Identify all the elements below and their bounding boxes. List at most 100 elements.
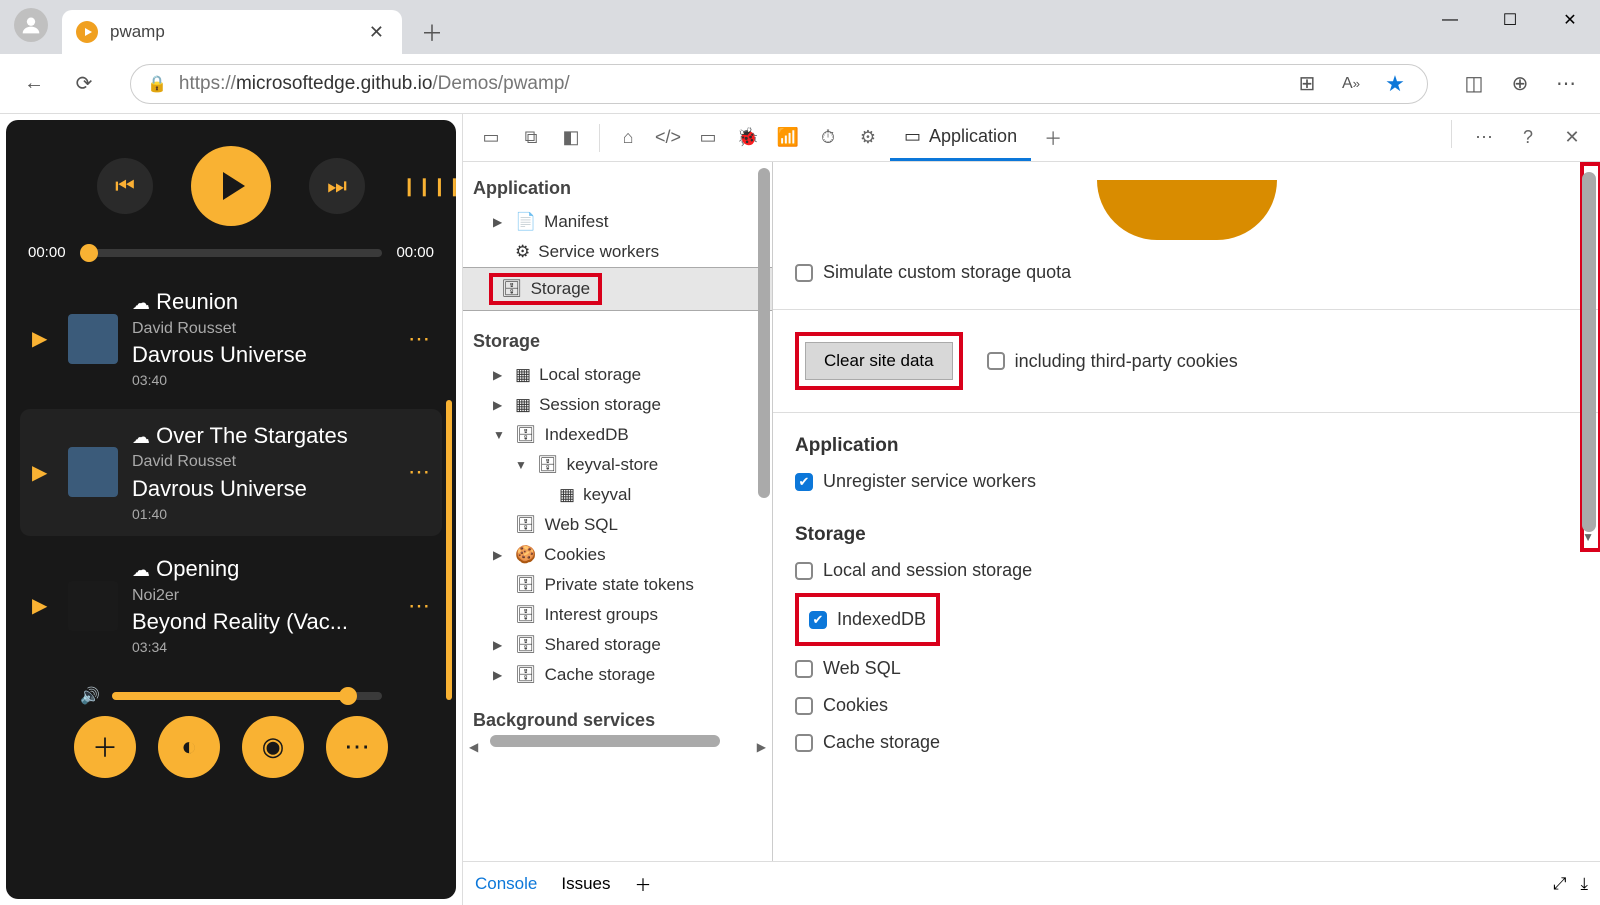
elements-icon[interactable]: </> xyxy=(650,120,686,156)
storage-usage-chart xyxy=(1097,180,1277,240)
sources-icon[interactable]: 🐞 xyxy=(730,120,766,156)
maximize-button[interactable]: ☐ xyxy=(1480,0,1540,40)
sidebar-section-storage: Storage xyxy=(463,323,772,360)
sidebar-item-service-workers[interactable]: ⚙ Service workers xyxy=(463,237,772,267)
extensions-icon[interactable]: ⊞ xyxy=(1291,68,1323,100)
track-more-icon[interactable]: ⋯ xyxy=(408,326,430,352)
read-aloud-icon[interactable]: A» xyxy=(1335,68,1367,100)
performance-icon[interactable]: ⏱ xyxy=(810,120,846,156)
sidebar-item-shared-storage[interactable]: ▶🗄 Shared storage xyxy=(463,630,772,660)
time-current: 00:00 xyxy=(28,244,66,261)
track-row[interactable]: ▶ ☁ Reunion David Rousset Davrous Univer… xyxy=(20,275,442,403)
clear-site-data-button[interactable]: Clear site data xyxy=(805,342,953,380)
browser-tab[interactable]: pwamp ✕ xyxy=(62,10,402,54)
close-window-button[interactable]: ✕ xyxy=(1540,0,1600,40)
third-party-cookies-checkbox[interactable]: including third-party cookies xyxy=(987,347,1238,376)
sidebar-item-websql[interactable]: 🗄 Web SQL xyxy=(463,510,772,540)
sidebar-item-local-storage[interactable]: ▶▦ Local storage xyxy=(463,360,772,390)
volume-icon[interactable]: 🔊 xyxy=(80,686,100,706)
album-art xyxy=(68,581,118,631)
dock-icon[interactable]: ◧ xyxy=(553,120,589,156)
close-tab-icon[interactable]: ✕ xyxy=(365,18,388,47)
play-button[interactable] xyxy=(191,146,271,226)
add-button[interactable]: ＋ xyxy=(74,716,136,778)
application-tab[interactable]: ▭ Application xyxy=(890,114,1031,161)
websql-checkbox[interactable]: Web SQL xyxy=(795,654,1578,683)
sidebar-item-cache-storage[interactable]: ▶🗄 Cache storage xyxy=(463,660,772,690)
device-icon[interactable]: ⧉ xyxy=(513,120,549,156)
track-row[interactable]: ▶ ☁ Opening Noi2er Beyond Reality (Vac..… xyxy=(20,542,442,670)
sidebar-item-cookies[interactable]: ▶🍪 Cookies xyxy=(463,540,772,570)
track-row[interactable]: ▶ ☁ Over The Stargates David Rousset Dav… xyxy=(20,409,442,537)
title-bar: pwamp ✕ ＋ — ☐ ✕ xyxy=(0,0,1600,54)
album-art xyxy=(68,447,118,497)
lock-icon[interactable]: 🔒 xyxy=(147,74,167,94)
settings-icon[interactable]: ⋯ xyxy=(1466,120,1502,156)
seek-slider[interactable] xyxy=(80,249,383,257)
play-track-icon[interactable]: ▶ xyxy=(32,593,54,618)
refresh-button[interactable]: ⟳ xyxy=(68,68,100,100)
theme-button[interactable]: ◐ xyxy=(158,716,220,778)
play-track-icon[interactable]: ▶ xyxy=(32,460,54,485)
pwamp-player: ⏮ ⏭ ❙❙❙❙ 00:00 00:00 ▶ ☁ Reunion David R… xyxy=(6,120,456,899)
player-scrollbar[interactable] xyxy=(446,400,452,700)
record-button[interactable]: ◉ xyxy=(242,716,304,778)
devtools-toolbar: ▭ ⧉ ◧ ⌂ </> ▭ 🐞 📶 ⏱ ⚙ ▭ Application ＋ ⋯ … xyxy=(463,114,1600,162)
sidebar-hscroll[interactable]: ◀▶ xyxy=(463,739,772,755)
back-button[interactable]: ← xyxy=(18,68,50,100)
split-screen-icon[interactable]: ◫ xyxy=(1458,68,1490,100)
track-more-icon[interactable]: ⋯ xyxy=(408,593,430,619)
memory-icon[interactable]: ⚙ xyxy=(850,120,886,156)
drawer-expand-icon[interactable]: ⤢ xyxy=(1553,874,1567,894)
main-scrollbar[interactable] xyxy=(1582,172,1596,532)
indexeddb-checkbox[interactable]: ✔IndexedDB xyxy=(799,605,936,634)
sidebar-item-storage[interactable]: 🗄 Storage xyxy=(463,267,772,311)
close-devtools-icon[interactable]: ✕ xyxy=(1554,120,1590,156)
drawer-dock-icon[interactable]: ⤓ xyxy=(1580,874,1588,894)
drawer-add-tab-icon[interactable]: ＋ xyxy=(635,871,652,896)
network-icon[interactable]: 📶 xyxy=(770,120,806,156)
tab-title: pwamp xyxy=(110,22,353,42)
sidebar-scrollbar[interactable] xyxy=(758,168,770,498)
storage-section-title: Storage xyxy=(795,524,1578,546)
sidebar-item-indexeddb[interactable]: ▼🗄 IndexedDB xyxy=(463,420,772,450)
volume-slider[interactable] xyxy=(112,692,382,700)
simulate-quota-row[interactable]: Simulate custom storage quota xyxy=(795,258,1578,287)
sidebar-item-keyval[interactable]: ▦ keyval xyxy=(463,480,772,510)
sidebar-item-keyval-store[interactable]: ▼🗄 keyval-store xyxy=(463,450,772,480)
unregister-sw-checkbox[interactable]: ✔Unregister service workers xyxy=(795,467,1578,496)
drawer-console-tab[interactable]: Console xyxy=(475,874,537,894)
application-tab-icon: ▭ xyxy=(904,126,921,147)
cache-storage-checkbox[interactable]: Cache storage xyxy=(795,728,1578,757)
sidebar-item-manifest[interactable]: ▶📄 Manifest xyxy=(463,207,772,237)
console-icon[interactable]: ▭ xyxy=(690,120,726,156)
track-more-icon[interactable]: ⋯ xyxy=(408,459,430,485)
play-track-icon[interactable]: ▶ xyxy=(32,326,54,351)
sidebar-item-private-state[interactable]: 🗄 Private state tokens xyxy=(463,570,772,600)
sidebar-item-interest-groups[interactable]: 🗄 Interest groups xyxy=(463,600,772,630)
visualizer-icon[interactable]: ❙❙❙❙ xyxy=(402,176,462,197)
cookies-checkbox[interactable]: Cookies xyxy=(795,691,1578,720)
sidebar-item-session-storage[interactable]: ▶▦ Session storage xyxy=(463,390,772,420)
url-text: https://microsoftedge.github.io/Demos/pw… xyxy=(179,73,1279,95)
more-tabs-icon[interactable]: ＋ xyxy=(1035,120,1071,156)
devtools-drawer: Console Issues ＋ ⤢ ⤓ xyxy=(463,861,1600,905)
favorite-icon[interactable]: ★ xyxy=(1379,68,1411,100)
minimize-button[interactable]: — xyxy=(1420,0,1480,40)
more-button[interactable]: ⋯ xyxy=(326,716,388,778)
tab-favicon xyxy=(76,21,98,43)
welcome-icon[interactable]: ⌂ xyxy=(610,120,646,156)
menu-icon[interactable]: ⋯ xyxy=(1550,68,1582,100)
profile-avatar[interactable] xyxy=(14,8,48,42)
main-scrollbar-highlight: ▼ xyxy=(1580,162,1600,552)
new-tab-button[interactable]: ＋ xyxy=(414,14,450,50)
local-session-checkbox[interactable]: Local and session storage xyxy=(795,556,1578,585)
next-track-button[interactable]: ⏭ xyxy=(309,158,365,214)
address-bar[interactable]: 🔒 https://microsoftedge.github.io/Demos/… xyxy=(130,64,1428,104)
prev-track-button[interactable]: ⏮ xyxy=(97,158,153,214)
inspect-icon[interactable]: ▭ xyxy=(473,120,509,156)
drawer-issues-tab[interactable]: Issues xyxy=(561,874,610,894)
help-icon[interactable]: ? xyxy=(1510,120,1546,156)
time-total: 00:00 xyxy=(396,244,434,261)
collections-icon[interactable]: ⊕ xyxy=(1504,68,1536,100)
